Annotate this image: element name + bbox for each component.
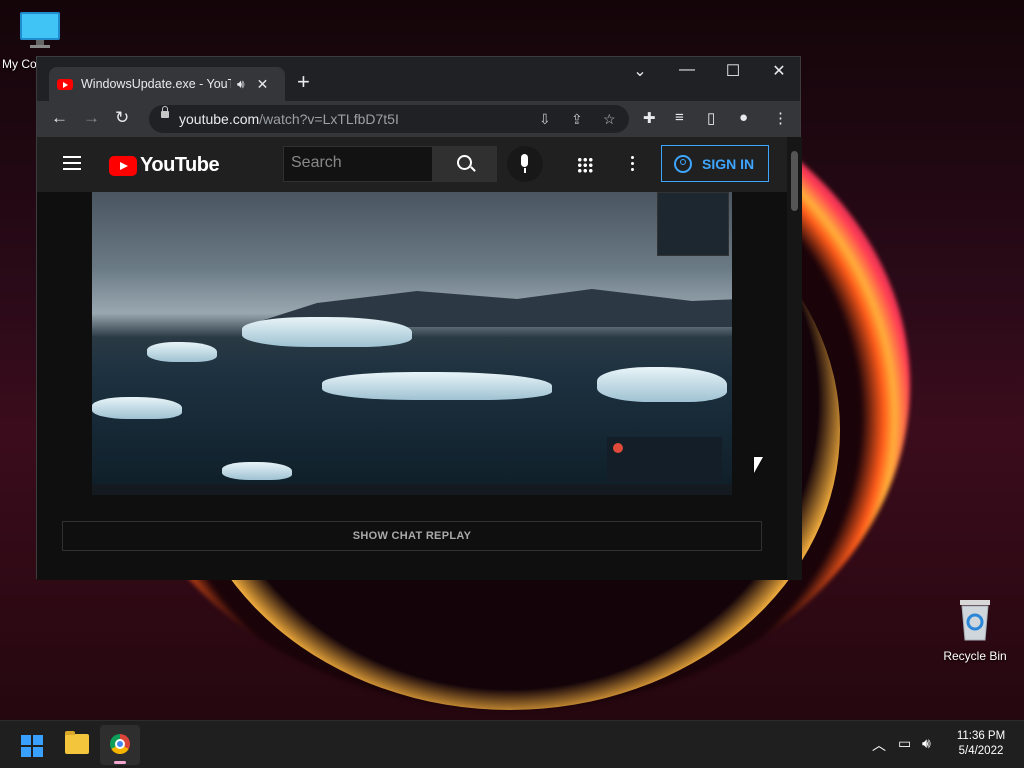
voice-search-mic-icon[interactable] (507, 146, 543, 182)
close-button[interactable]: ✕ (759, 61, 799, 81)
video-taskbar (92, 484, 732, 495)
sign-in-button[interactable]: SIGN IN (661, 145, 769, 182)
chevron-up-icon[interactable]: ︿ (872, 735, 886, 755)
side-panel-icon[interactable]: ▯ (707, 109, 715, 127)
maximize-button[interactable]: ☐ (713, 61, 753, 81)
forward-arrow-icon[interactable]: → (83, 108, 100, 128)
install-app-icon[interactable]: ⇩ (539, 111, 551, 128)
page-scrollbar[interactable] (787, 137, 802, 580)
mouse-cursor-icon (754, 457, 763, 473)
page-content: YouTube SIGN IN (37, 137, 802, 580)
video-iceberg (92, 397, 182, 419)
active-indicator (114, 761, 126, 764)
monitor-icon (20, 12, 60, 48)
chrome-icon (110, 734, 130, 754)
address-bar[interactable]: youtube.com/watch?v=LxTLfbD7t5I ⇩ ⇪ ☆ (149, 105, 629, 133)
video-player[interactable] (92, 192, 732, 495)
search-icon (457, 155, 472, 170)
error-icon (613, 443, 623, 453)
video-iceberg (242, 317, 412, 347)
scrollbar-thumb[interactable] (791, 151, 798, 211)
youtube-logo[interactable]: YouTube (109, 154, 220, 177)
bookmark-star-icon[interactable]: ☆ (603, 111, 616, 128)
desktop-icon-label: Recycle Bin (943, 649, 1007, 663)
show-chat-replay-button[interactable]: SHOW CHAT REPLAY (62, 521, 762, 551)
url-path: /watch?v=LxTLfbD7t5I (259, 111, 399, 127)
apps-grid-icon[interactable] (577, 157, 593, 173)
search-box (283, 146, 438, 182)
reload-icon[interactable]: ↻ (115, 108, 129, 128)
start-button[interactable] (21, 735, 43, 757)
browser-toolbar: ← → ↻ youtube.com/watch?v=LxTLfbD7t5I ⇩ … (37, 101, 800, 137)
desktop-icon-recycle-bin[interactable]: Recycle Bin (937, 598, 1013, 663)
volume-icon[interactable]: 🔊︎ (922, 735, 931, 752)
chrome-menu-icon[interactable]: ⋮ (773, 109, 788, 127)
video-iceberg (147, 342, 217, 362)
browser-window: WindowsUpdate.exe - YouTu 🔊︎ ✕ + ⌄ — ☐ ✕… (36, 56, 802, 580)
youtube-play-icon (109, 155, 137, 176)
settings-more-icon[interactable] (631, 156, 634, 159)
back-arrow-icon[interactable]: ← (51, 108, 68, 128)
search-button[interactable] (433, 146, 497, 182)
video-iceberg (322, 372, 552, 400)
taskbar: ︿ ▭ 🔊︎ 11:36 PM 5/4/2022 (0, 720, 1024, 768)
account-icon (674, 154, 692, 173)
url-host: youtube.com (179, 111, 260, 127)
minimize-button[interactable]: — (667, 61, 707, 79)
youtube-favicon-icon (57, 78, 73, 90)
taskbar-clock[interactable]: 11:36 PM 5/4/2022 (948, 729, 1014, 759)
tab-title: WindowsUpdate.exe - YouTu (81, 77, 231, 91)
video-iceberg (597, 367, 727, 402)
share-icon[interactable]: ⇪ (571, 111, 583, 128)
sign-in-label: SIGN IN (702, 155, 755, 172)
recycle-bin-icon (960, 600, 990, 641)
video-notification (607, 437, 722, 482)
youtube-header: YouTube SIGN IN (37, 137, 787, 192)
tab-search-chevron-icon[interactable]: ⌄ (620, 61, 660, 81)
clock-time: 11:36 PM (956, 730, 1006, 742)
extensions-puzzle-icon[interactable]: ✚ (643, 109, 656, 127)
media-queue-icon[interactable]: ≡ (675, 109, 684, 126)
chrome-taskbar-button[interactable] (100, 725, 140, 765)
new-tab-button[interactable]: + (297, 69, 310, 95)
lock-icon[interactable] (161, 106, 169, 118)
youtube-logo-text: YouTube (140, 154, 220, 176)
browser-tab[interactable]: WindowsUpdate.exe - YouTu 🔊︎ ✕ (49, 67, 285, 101)
profile-icon[interactable]: ● (739, 109, 748, 126)
network-icon[interactable]: ▭ (898, 735, 911, 752)
url-text[interactable]: youtube.com/watch?v=LxTLfbD7t5I (179, 111, 399, 127)
tab-close-icon[interactable]: ✕ (257, 76, 269, 93)
video-performance-widget (657, 192, 729, 256)
video-iceberg (222, 462, 292, 480)
search-input[interactable] (284, 147, 438, 179)
browser-titlebar: WindowsUpdate.exe - YouTu 🔊︎ ✕ + ⌄ — ☐ ✕ (37, 57, 800, 101)
clock-date: 5/4/2022 (958, 745, 1004, 757)
file-explorer-icon[interactable] (65, 731, 89, 754)
hamburger-menu-icon[interactable] (63, 156, 81, 158)
speaker-icon[interactable]: 🔊︎ (237, 77, 245, 92)
